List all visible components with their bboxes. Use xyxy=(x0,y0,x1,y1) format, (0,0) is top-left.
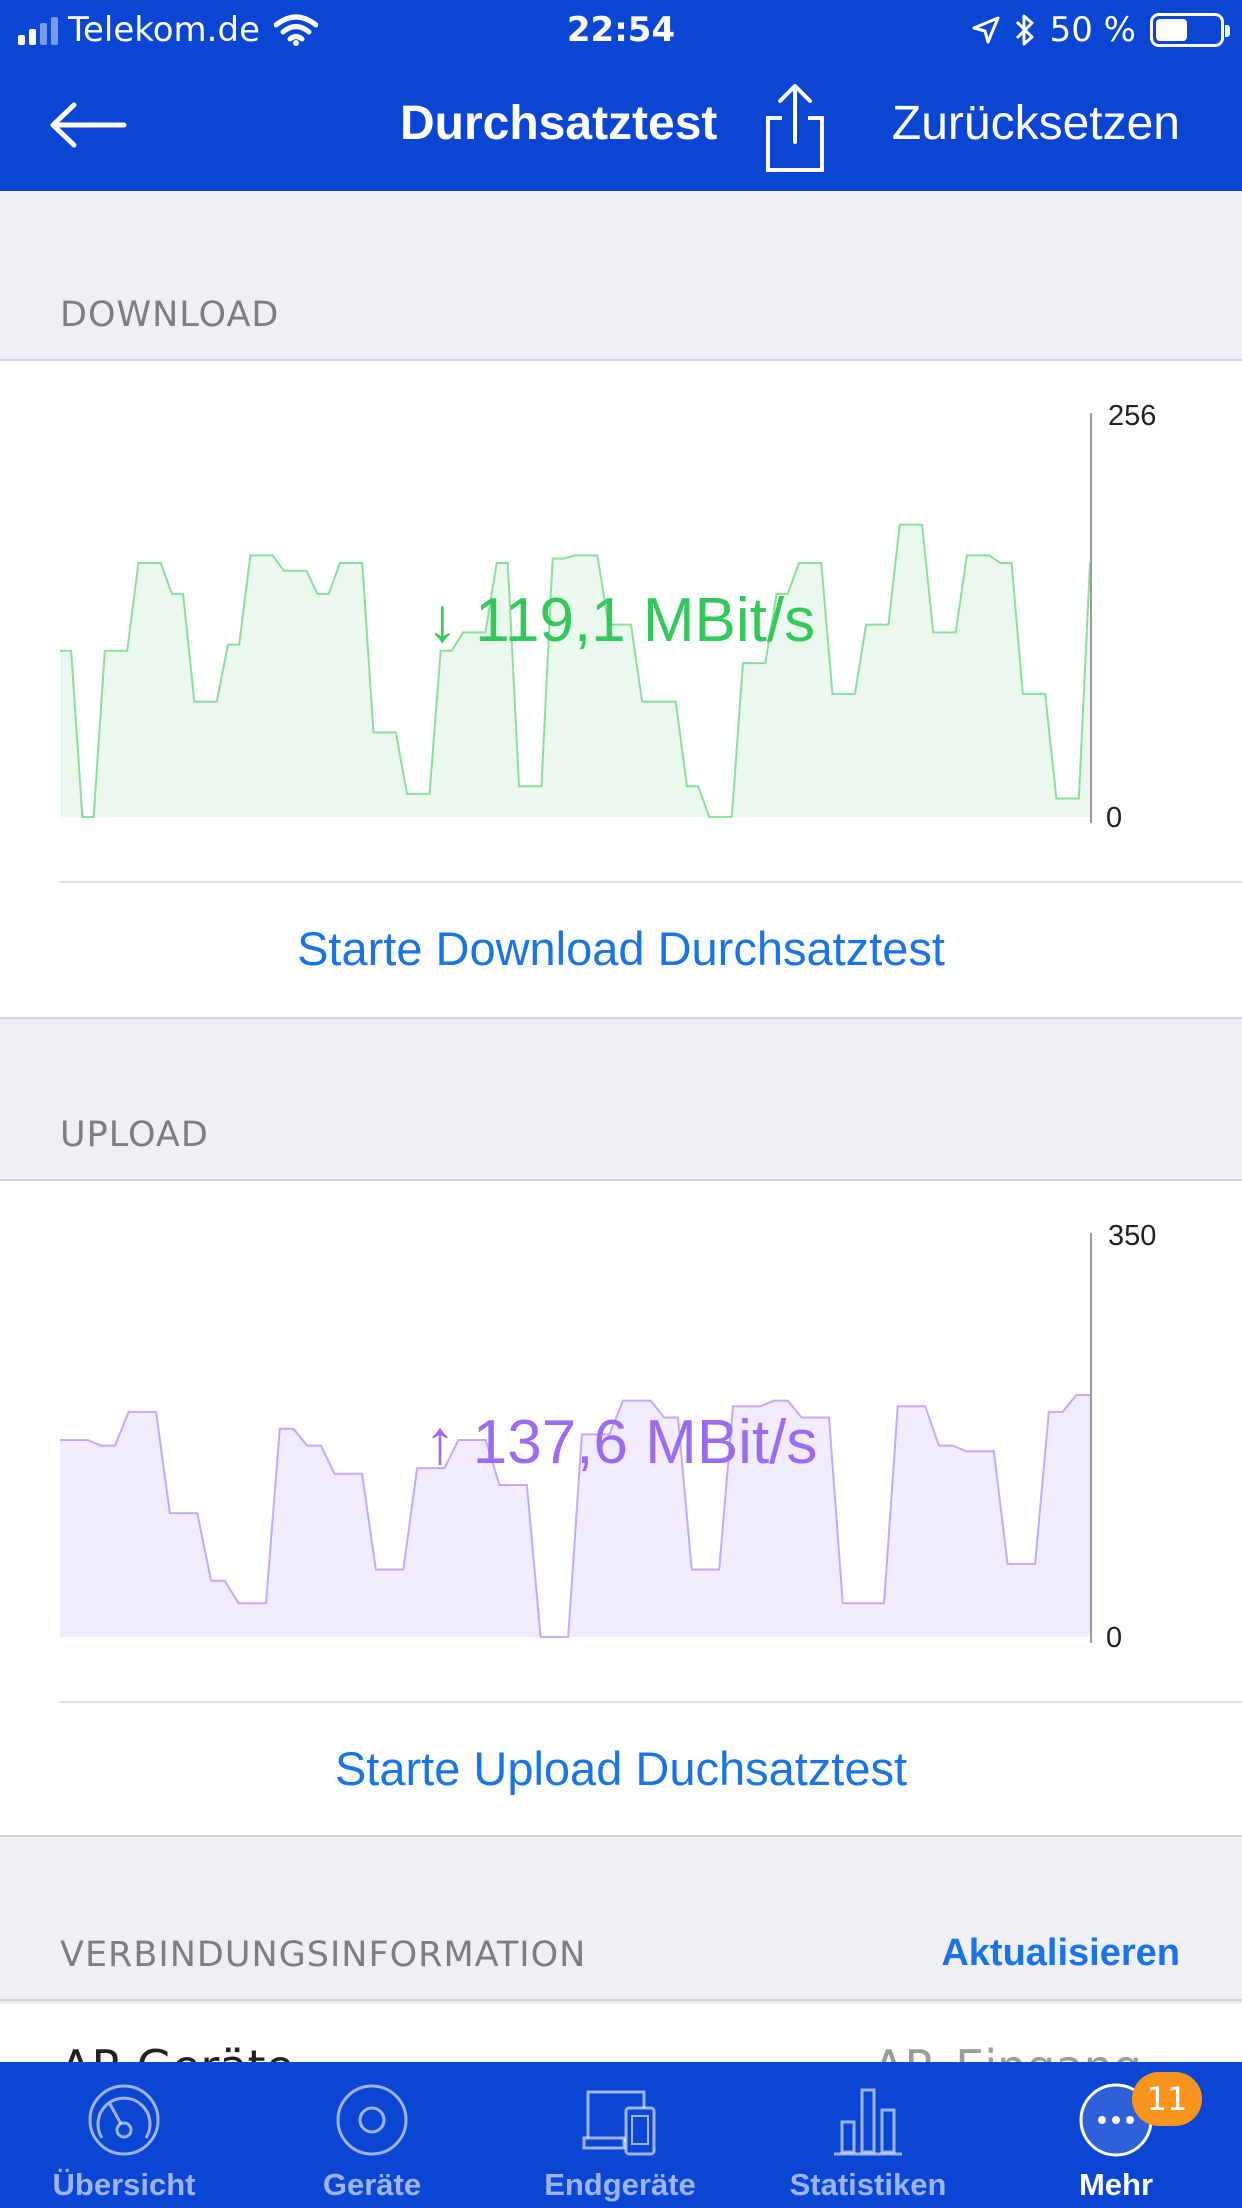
page-title: Durchsatztest xyxy=(400,97,718,150)
tab-bar: Übersicht Geräte Endgeräte Statistiken 1… xyxy=(0,2062,1242,2208)
bar-chart-icon xyxy=(834,2088,902,2156)
share-icon[interactable] xyxy=(762,82,828,174)
tab-overview[interactable]: Übersicht xyxy=(0,2062,248,2208)
connection-section-header: VERBINDUNGSINFORMATION Aktualisieren xyxy=(0,1837,1242,2001)
bluetooth-icon xyxy=(1015,14,1034,46)
tab-label: Übersicht xyxy=(52,2167,196,2202)
tab-label: Statistiken xyxy=(789,2167,947,2202)
upload-speed-value: ↑ 137,6 MBit/s xyxy=(424,1408,818,1477)
clients-icon xyxy=(582,2090,656,2156)
battery-icon xyxy=(1150,13,1230,47)
list-item-title: AP-Geräte xyxy=(60,2040,294,2064)
download-speed-value: ↓ 119,1 MBit/s xyxy=(426,586,816,655)
start-download-test-button[interactable]: Starte Download Durchsatztest xyxy=(0,921,1242,976)
gauge-icon xyxy=(88,2084,160,2156)
tab-more[interactable]: 11 Mehr xyxy=(992,2062,1240,2208)
status-bar: Telekom.de 22:54 50 % xyxy=(0,0,1242,60)
tab-label: Mehr xyxy=(1078,2167,1154,2202)
status-right-group: 50 % xyxy=(972,10,1230,50)
device-icon xyxy=(336,2084,408,2156)
upload-card: 350 0 ↑ 137,6 MBit/s Starte Upload Duchsa… xyxy=(0,1181,1242,1837)
divider xyxy=(60,1701,1242,1703)
notification-badge: 11 xyxy=(1132,2072,1202,2126)
battery-percentage: 50 % xyxy=(1049,10,1136,50)
upload-section-header: UPLOAD xyxy=(0,1019,1242,1181)
download-section-label: DOWNLOAD xyxy=(60,295,280,335)
tab-label: Endgeräte xyxy=(544,2167,696,2202)
reset-button[interactable]: Zurücksetzen xyxy=(892,96,1180,151)
chart-area xyxy=(60,524,1090,817)
tab-clients[interactable]: Endgeräte xyxy=(496,2062,744,2208)
list-item-value: AP_Eingang xyxy=(873,2040,1142,2064)
tab-label: Geräte xyxy=(322,2167,422,2202)
chart-y-min-label: 0 xyxy=(1106,802,1122,834)
list-item[interactable]: AP-Geräte AP_Eingang xyxy=(0,2004,1242,2064)
chart-y-max-label: 256 xyxy=(1108,400,1156,432)
refresh-button[interactable]: Aktualisieren xyxy=(941,1932,1180,1975)
chart-y-max-label: 350 xyxy=(1108,1220,1156,1252)
start-upload-test-button[interactable]: Starte Upload Duchsatztest xyxy=(0,1741,1242,1796)
tab-devices[interactable]: Geräte xyxy=(248,2062,496,2208)
connection-section-label: VERBINDUNGSINFORMATION xyxy=(60,1935,587,1975)
tab-statistics[interactable]: Statistiken xyxy=(744,2062,992,2208)
upload-section-label: UPLOAD xyxy=(60,1115,209,1155)
download-section-header: DOWNLOAD xyxy=(0,191,1242,361)
divider xyxy=(60,881,1242,883)
navigation-bar: Durchsatztest Zurücksetzen xyxy=(0,60,1242,191)
download-card: 256 0 ↓ 119,1 MBit/s Starte Download Durc… xyxy=(0,361,1242,1019)
location-arrow-icon xyxy=(972,16,1000,44)
back-arrow-icon[interactable] xyxy=(48,100,128,150)
chart-y-min-label: 0 xyxy=(1106,1622,1122,1654)
